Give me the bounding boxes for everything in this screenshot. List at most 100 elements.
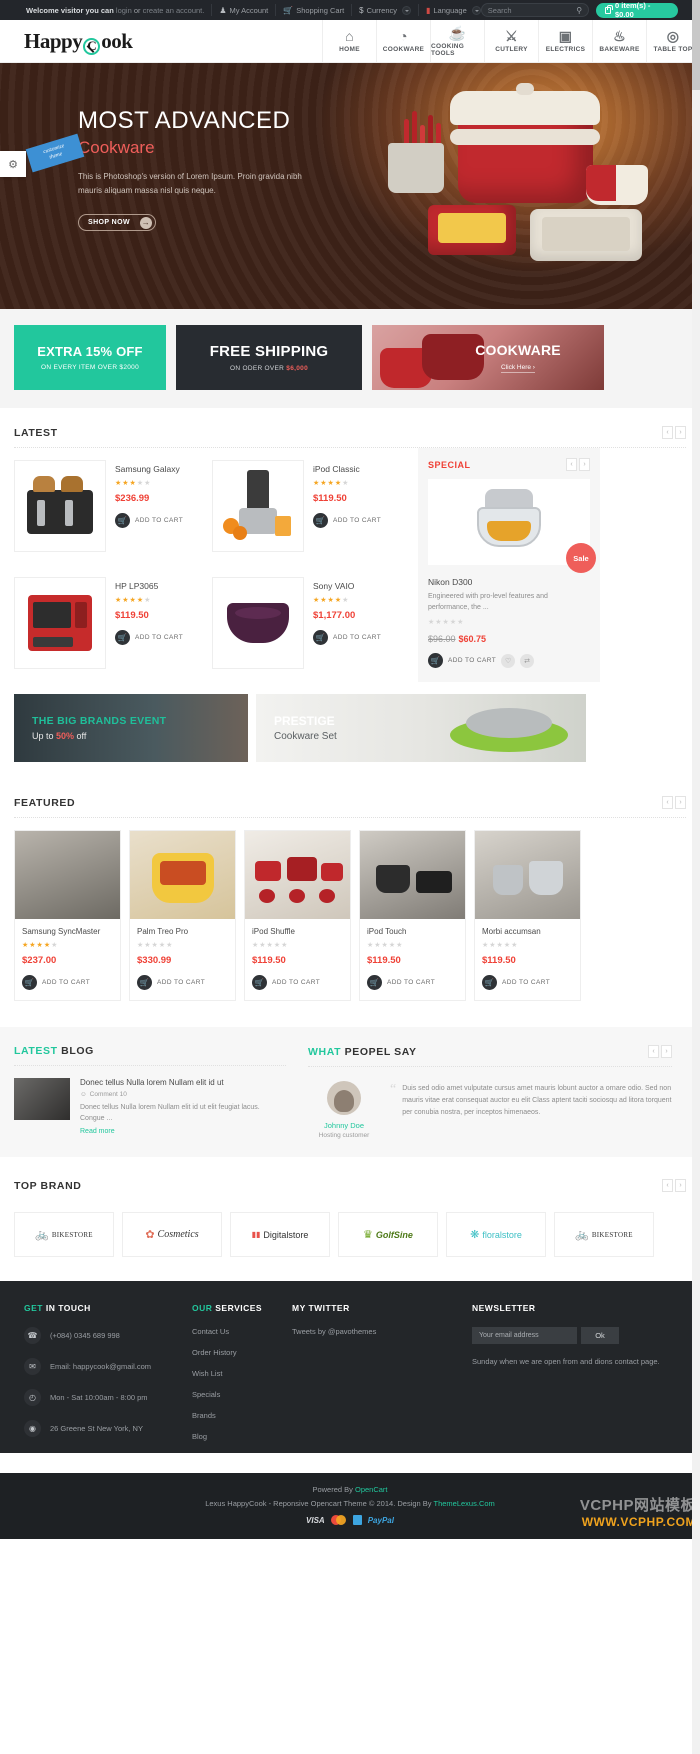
nav-item-bakeware[interactable]: ♨ BAKEWARE <box>592 19 646 63</box>
add-to-cart-button[interactable]: 🛒 ADD TO CART <box>115 513 183 528</box>
product-thumbnail[interactable] <box>360 831 465 920</box>
compare-icon[interactable]: ⇄ <box>520 653 535 668</box>
nav-item-home[interactable]: ⌂ HOME <box>322 19 376 63</box>
add-to-cart-button[interactable]: 🛒 ADD TO CART <box>252 975 343 991</box>
next-button[interactable]: › <box>675 796 686 810</box>
product-thumbnail[interactable] <box>15 831 120 920</box>
prev-button[interactable]: ‹ <box>662 426 673 439</box>
read-more-link[interactable]: Read more <box>80 1128 286 1135</box>
add-to-cart-button[interactable]: 🛒 ADD TO CART <box>482 975 573 991</box>
nav-item-cooking-tools[interactable]: ☕ COOKING TOOLS <box>430 19 484 63</box>
blog-post[interactable]: Donec tellus Nulla lorem Nullam elit id … <box>14 1066 286 1135</box>
product-name[interactable]: HP LP3065 <box>115 581 183 591</box>
promo-cookware[interactable]: COOKWARE Click Here › <box>372 325 604 390</box>
shopping-cart-link[interactable]: 🛒 Shopping Cart <box>283 6 344 15</box>
login-link[interactable]: login <box>116 6 132 15</box>
product-thumbnail[interactable] <box>245 831 350 920</box>
my-account-menu[interactable]: ♟ My Account <box>219 6 268 15</box>
product-thumbnail[interactable] <box>475 831 580 920</box>
add-to-cart-button[interactable]: 🛒 ADD TO CART <box>313 630 381 646</box>
heart-icon[interactable]: ♡ <box>501 653 516 668</box>
promo-click-here[interactable]: Click Here › <box>501 364 535 373</box>
language-selector[interactable]: ▮ Language <box>426 5 481 15</box>
product-name[interactable]: iPod Touch <box>367 927 458 936</box>
product-card[interactable]: Morbi accumsan ★★★★★ $119.50 🛒 ADD TO CA… <box>474 830 581 1002</box>
prev-button[interactable]: ‹ <box>662 796 673 810</box>
next-button[interactable]: › <box>675 1179 686 1193</box>
logo[interactable]: Happy Cook <box>0 29 133 55</box>
product-name[interactable]: iPod Shuffle <box>252 927 343 936</box>
product-name[interactable]: Palm Treo Pro <box>137 927 228 936</box>
add-to-cart-button[interactable]: 🛒 ADD TO CART <box>22 975 113 991</box>
nav-item-electrics[interactable]: ▣ ELECTRICS <box>538 19 592 63</box>
product-name[interactable]: Morbi accumsan <box>482 927 573 936</box>
product-name[interactable]: Samsung SyncMaster <box>22 927 113 936</box>
next-button[interactable]: › <box>579 458 590 471</box>
product-card[interactable]: Palm Treo Pro ★★★★★ $330.99 🛒 ADD TO CAR… <box>129 830 236 1002</box>
add-to-cart-button[interactable]: 🛒 ADD TO CART <box>115 630 183 646</box>
product-thumbnail[interactable] <box>212 577 304 670</box>
brand-item[interactable]: ♛ GolfSine <box>338 1212 438 1258</box>
brand-item[interactable]: ❋ floralstore <box>446 1212 546 1258</box>
blog-post-title[interactable]: Donec tellus Nulla lorem Nullam elit id … <box>80 1078 286 1087</box>
customize-theme-tag[interactable]: customize theme <box>25 133 85 173</box>
product-thumbnail[interactable] <box>130 831 235 920</box>
brand-item[interactable]: ✿ Cosmetics <box>122 1212 222 1258</box>
nav-item-cookware[interactable]: ◔ COOKWARE <box>376 19 430 63</box>
product-card[interactable]: Sony VAIO ★★★★★ $1,177.00 🛒 ADD TO CART <box>212 565 410 682</box>
newsletter-email-input[interactable]: Your email address <box>472 1327 577 1345</box>
product-card[interactable]: Samsung SyncMaster ★★★★★ $237.00 🛒 ADD T… <box>14 830 121 1002</box>
add-to-cart-button[interactable]: 🛒 ADD TO CART <box>313 513 381 528</box>
prev-button[interactable]: ‹ <box>648 1045 659 1059</box>
promo-extra-discount[interactable]: EXTRA 15% OFF ON EVERY ITEM OVER $2000 <box>14 325 166 390</box>
footer-link-order-history[interactable]: Order History <box>192 1348 292 1357</box>
add-to-cart-button[interactable]: 🛒 ADD TO CART <box>137 975 228 991</box>
footer-link-wish-list[interactable]: Wish List <box>192 1369 292 1378</box>
product-name[interactable]: Sony VAIO <box>313 581 381 591</box>
brand-item[interactable]: 🚲 BIKESTORE <box>554 1212 654 1258</box>
product-card[interactable]: iPod Classic ★★★★★ $119.50 🛒 ADD TO CART <box>212 448 410 565</box>
search-input[interactable]: Search ⚲ <box>480 3 590 17</box>
special-product-image[interactable]: Sale <box>428 479 596 573</box>
footer-link-specials[interactable]: Specials <box>192 1390 292 1399</box>
banner-big-brands[interactable]: THE BIG BRANDS EVENT Up to 50% off <box>14 694 248 763</box>
scrollbar[interactable] <box>692 0 700 1754</box>
product-name[interactable]: Samsung Galaxy <box>115 464 183 474</box>
scrollbar-thumb[interactable] <box>692 0 700 90</box>
promo-free-shipping[interactable]: FREE SHIPPING ON ODER OVER $6,000 <box>176 325 362 390</box>
next-button[interactable]: › <box>661 1045 672 1059</box>
themelexus-link[interactable]: ThemeLexus.Com <box>434 1499 495 1508</box>
product-card[interactable]: iPod Shuffle ★★★★★ $119.50 🛒 ADD TO CART <box>244 830 351 1002</box>
footer-link-contact-us[interactable]: Contact Us <box>192 1327 292 1336</box>
brand-item[interactable]: ▮▮ Digitalstore <box>230 1212 330 1258</box>
product-thumbnail[interactable] <box>212 460 304 552</box>
nav-item-cutlery[interactable]: ⚔ CUTLERY <box>484 19 538 63</box>
twitter-feed-text[interactable]: Tweets by @pavothemes <box>292 1327 472 1336</box>
create-account-link[interactable]: create an account. <box>143 6 205 15</box>
product-card[interactable]: Samsung Galaxy ★★★★★ $236.99 🛒 ADD TO CA… <box>14 448 212 565</box>
product-thumbnail[interactable] <box>14 577 106 670</box>
product-name[interactable]: iPod Classic <box>313 464 381 474</box>
shop-now-button[interactable]: SHOP NOW → <box>78 214 156 231</box>
next-button[interactable]: › <box>675 426 686 439</box>
brand-item[interactable]: 🚲 BIKESTORE <box>14 1212 114 1258</box>
product-thumbnail[interactable] <box>14 460 106 552</box>
opencart-link[interactable]: OpenCart <box>355 1485 388 1494</box>
prev-button[interactable]: ‹ <box>662 1179 673 1193</box>
newsletter-submit-button[interactable]: Ok <box>581 1327 619 1345</box>
prev-button[interactable]: ‹ <box>566 458 577 471</box>
contact-email-text[interactable]: Email: happycook@gmail.com <box>50 1362 151 1371</box>
add-to-cart-button[interactable]: 🛒 ADD TO CART <box>428 653 496 669</box>
banner-prestige[interactable]: PRESTIGE Cookware Set <box>256 694 586 763</box>
footer-link-blog[interactable]: Blog <box>192 1432 292 1441</box>
blog-thumbnail[interactable] <box>14 1078 70 1121</box>
currency-selector[interactable]: $ Currency <box>359 5 412 15</box>
special-product-name[interactable]: Nikon D300 <box>428 577 590 587</box>
search-icon[interactable]: ⚲ <box>576 6 582 15</box>
settings-side-tab[interactable]: ⚙ <box>0 151 26 177</box>
footer-link-brands[interactable]: Brands <box>192 1411 292 1420</box>
product-card[interactable]: iPod Touch ★★★★★ $119.50 🛒 ADD TO CART <box>359 830 466 1002</box>
add-to-cart-button[interactable]: 🛒 ADD TO CART <box>367 975 458 991</box>
cart-button[interactable]: 0 item(s) - $0.00 <box>596 1 678 19</box>
product-card[interactable]: HP LP3065 ★★★★★ $119.50 🛒 ADD TO CART <box>14 565 212 682</box>
